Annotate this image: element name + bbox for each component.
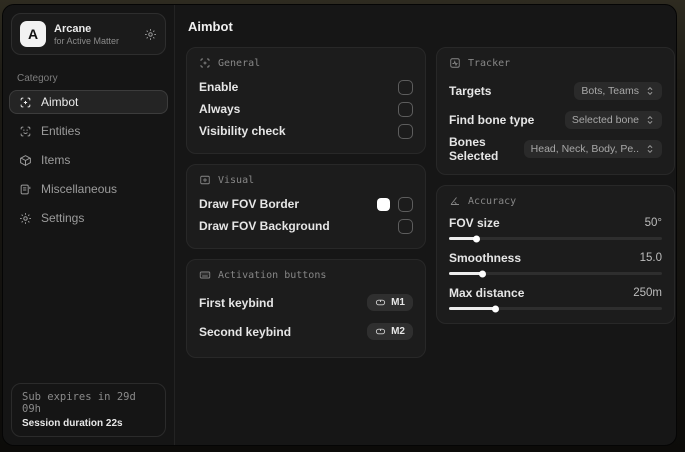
activation-buttons-panel: Activation buttons First keybind M1 Seco…	[186, 259, 426, 358]
sidebar-item-aimbot[interactable]: Aimbot	[9, 90, 168, 114]
eye-icon	[199, 174, 211, 186]
sidebar-item-entities[interactable]: Entities	[9, 119, 168, 143]
slider-thumb[interactable]	[491, 305, 499, 312]
setting-row-fov-border: Draw FOV Border	[199, 193, 413, 215]
max-distance-slider[interactable]	[449, 305, 662, 312]
setting-row-first-keybind: First keybind M1	[199, 288, 413, 317]
session-duration-text: Session duration 22s	[22, 418, 123, 429]
panel-title: General	[218, 57, 261, 69]
max-distance-value: 250m	[633, 287, 662, 299]
setting-row-max-distance: Max distance 250m	[449, 284, 662, 312]
fov-border-color-swatch[interactable]	[377, 197, 390, 211]
setting-row-bones-selected: Bones Selected Head, Neck, Body, Pe..	[449, 134, 662, 163]
first-keybind-button[interactable]: M1	[367, 294, 413, 311]
sidebar: A Arcane for Active Matter Category Aimb…	[3, 5, 175, 445]
sidebar-item-items[interactable]: Items	[9, 148, 168, 172]
setting-row-always: Always	[199, 98, 413, 120]
left-column: General Enable Always Visibility check V…	[186, 47, 426, 358]
always-checkbox[interactable]	[398, 101, 413, 117]
slider-thumb[interactable]	[472, 235, 480, 242]
sidebar-item-miscellaneous[interactable]: Miscellaneous	[9, 177, 168, 201]
arcane-menu-window: A Arcane for Active Matter Category Aimb…	[2, 4, 677, 446]
keyboard-icon	[199, 269, 211, 281]
bones-selected-dropdown[interactable]: Head, Neck, Body, Pe..	[523, 139, 662, 158]
sidebar-item-label: Miscellaneous	[41, 182, 118, 196]
right-column: Tracker Targets Bots, Teams Find bone ty…	[436, 47, 675, 324]
slider-thumb[interactable]	[479, 270, 487, 277]
sliders-icon	[19, 183, 32, 196]
panel-title: Tracker	[468, 57, 511, 69]
fov-size-slider[interactable]	[449, 235, 662, 242]
setting-row-targets: Targets Bots, Teams	[449, 76, 662, 105]
setting-row-smoothness: Smoothness 15.0	[449, 249, 662, 277]
app-subtitle: for Active Matter	[54, 35, 120, 46]
setting-row-enable: Enable	[199, 76, 413, 98]
main-content: Aimbot General Enable Always Visibility …	[175, 5, 676, 445]
setting-row-second-keybind: Second keybind M2	[199, 317, 413, 346]
second-keybind-button[interactable]: M2	[367, 323, 413, 340]
session-info-card: Sub expires in 29d 09h Session duration …	[11, 383, 166, 437]
targets-dropdown[interactable]: Bots, Teams	[574, 81, 662, 100]
mouse-icon	[375, 326, 386, 337]
enable-checkbox[interactable]	[398, 79, 413, 95]
game-background: A Arcane for Active Matter Category Aimb…	[0, 0, 685, 452]
app-title: Arcane	[54, 22, 92, 35]
crosshair-scan-icon	[199, 57, 211, 69]
sidebar-item-label: Entities	[41, 124, 81, 138]
sidebar-item-label: Aimbot	[41, 95, 79, 109]
brand-card: A Arcane for Active Matter	[11, 13, 166, 55]
sidebar-nav: Aimbot Entities Items Miscellaneous Sett…	[9, 90, 168, 230]
sub-expires-text: Sub expires in 29d 09h	[22, 391, 136, 415]
panel-title: Activation buttons	[218, 269, 327, 281]
setting-row-fov-size: FOV size 50°	[449, 214, 662, 242]
chevrons-up-down-icon	[645, 144, 655, 154]
app-logo: A	[20, 21, 46, 47]
visibility-check-checkbox[interactable]	[398, 123, 413, 139]
smoothness-slider[interactable]	[449, 270, 662, 277]
scan-face-icon	[19, 125, 32, 138]
fov-background-checkbox[interactable]	[398, 218, 413, 234]
mouse-icon	[375, 297, 386, 308]
setting-row-find-bone-type: Find bone type Selected bone	[449, 105, 662, 134]
fov-size-value: 50°	[644, 217, 662, 229]
category-label: Category	[17, 73, 58, 84]
sidebar-item-label: Items	[41, 153, 71, 167]
chevrons-up-down-icon	[645, 86, 655, 96]
radar-icon	[449, 57, 461, 69]
chevrons-up-down-icon	[645, 115, 655, 125]
page-title: Aimbot	[188, 19, 233, 34]
crosshair-scan-icon	[19, 96, 32, 109]
find-bone-type-dropdown[interactable]: Selected bone	[564, 110, 662, 129]
visual-panel: Visual Draw FOV Border Draw FOV Backgrou…	[186, 164, 426, 249]
panel-title: Accuracy	[468, 195, 517, 207]
setting-row-visibility-check: Visibility check	[199, 120, 413, 142]
tracker-panel: Tracker Targets Bots, Teams Find bone ty…	[436, 47, 675, 175]
gear-icon	[19, 212, 32, 225]
smoothness-value: 15.0	[639, 252, 662, 264]
gear-icon[interactable]	[144, 28, 157, 41]
angle-icon	[449, 195, 461, 207]
setting-row-fov-background: Draw FOV Background	[199, 215, 413, 237]
panel-title: Visual	[218, 174, 255, 186]
cube-icon	[19, 154, 32, 167]
sidebar-item-settings[interactable]: Settings	[9, 206, 168, 230]
fov-border-checkbox[interactable]	[398, 196, 413, 212]
general-panel: General Enable Always Visibility check	[186, 47, 426, 154]
sidebar-item-label: Settings	[41, 211, 85, 225]
accuracy-panel: Accuracy FOV size 50° Smoothness 15.0 Ma…	[436, 185, 675, 324]
